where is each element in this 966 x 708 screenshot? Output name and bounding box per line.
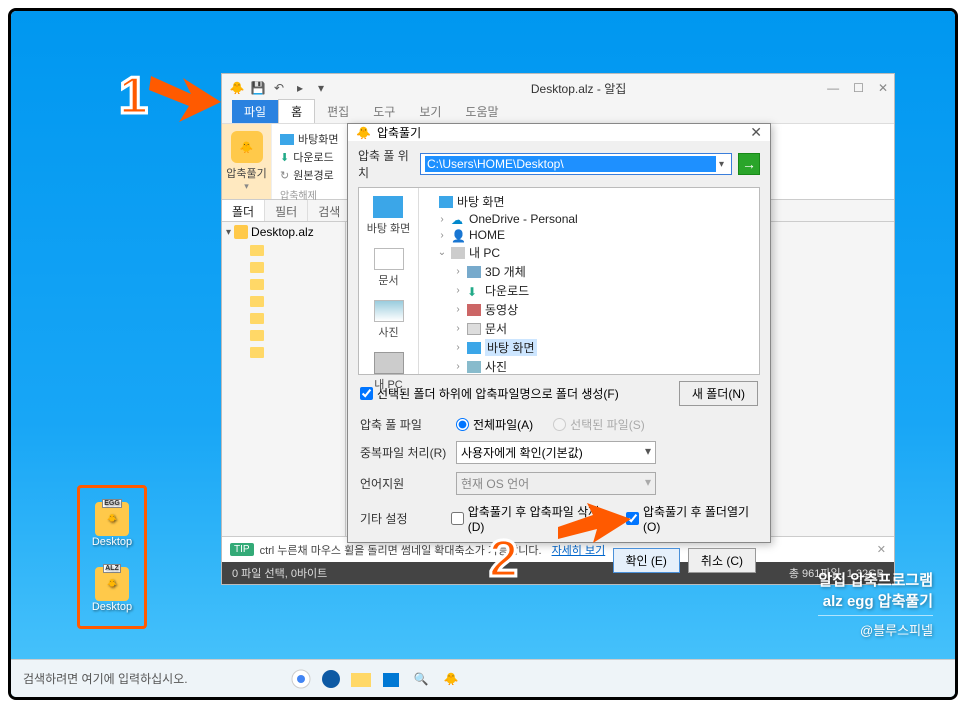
place-desktop[interactable]: 바탕 화면 [367, 196, 411, 236]
cancel-button[interactable]: 취소 (C) [688, 548, 756, 573]
annotation-number-2: 2 [489, 529, 518, 589]
tab-home[interactable]: 홈 [278, 99, 315, 123]
panel-tab-filter[interactable]: 필터 [265, 200, 308, 221]
label-target: 압축 풀 파일 [360, 416, 448, 433]
folder-tree: ▾ Desktop.alz [222, 222, 346, 536]
tree-root[interactable]: ▾ Desktop.alz [222, 222, 345, 242]
taskbar: 검색하려면 여기에 입력하십시오. 🔍 🐥 [11, 659, 955, 697]
status-left: 0 파일 선택, 0바이트 [232, 565, 327, 581]
chk-create-subfolder[interactable]: 선택된 폴더 하위에 압축파일명으로 폴더 생성(F) [360, 385, 619, 402]
tip-close-icon[interactable]: ✕ [877, 543, 886, 556]
dialog-icon: 🐥 [356, 126, 371, 140]
tab-view[interactable]: 보기 [407, 100, 453, 123]
taskbar-store-icon[interactable] [379, 667, 403, 691]
tip-badge: TIP [230, 543, 254, 556]
label-language: 언어지원 [360, 475, 448, 492]
tree-sub[interactable] [246, 276, 345, 293]
app-icon: 🐥 [228, 79, 246, 97]
radio-all-files[interactable]: 전체파일(A) [456, 416, 533, 433]
panel-tab-search[interactable]: 검색 [308, 200, 351, 221]
tab-edit[interactable]: 편집 [315, 100, 361, 123]
new-folder-button[interactable]: 새 폴더(N) [679, 381, 758, 406]
annotation-arrow-1 [131, 66, 221, 126]
tree-sub[interactable] [246, 344, 345, 361]
tree-sub[interactable] [246, 310, 345, 327]
path-dropdown-icon[interactable]: ▾ [716, 159, 727, 170]
path-input[interactable] [425, 156, 716, 172]
titlebar: 🐥 💾 ↶ ▸ ▾ Desktop.alz - 알집 — ☐ ✕ [222, 74, 894, 102]
taskbar-search-icon[interactable]: 🔍 [409, 667, 433, 691]
maximize-button[interactable]: ☐ [853, 81, 864, 95]
tree-home[interactable]: ›👤HOME [425, 227, 753, 243]
places-sidebar: 바탕 화면 문서 사진 내 PC [359, 188, 419, 374]
qa-save-icon[interactable]: 💾 [249, 79, 267, 97]
combo-duplicate[interactable]: 사용자에게 확인(기본값) ▾ [456, 441, 656, 464]
tab-file[interactable]: 파일 [232, 100, 278, 123]
browse-pane: 바탕 화면 문서 사진 내 PC 바탕 화면 ›☁OneDrive - Pers… [358, 187, 760, 375]
combo-language: 현재 OS 언어 ▾ [456, 472, 656, 495]
watermark-line2: alz egg 압축풀기 [818, 590, 933, 611]
extract-dialog: 🐥 압축풀기 ✕ 압축 풀 위치 ▾ → 바탕 화면 문서 사진 내 PC 바탕… [347, 123, 771, 543]
desktop-icon-egg[interactable]: EGG🐥 Desktop [92, 502, 132, 548]
close-button[interactable]: ✕ [878, 81, 888, 95]
menu-tabs: 파일 홈 편집 도구 보기 도움말 [222, 102, 894, 124]
ok-button[interactable]: 확인 (E) [613, 548, 680, 573]
path-combobox[interactable]: ▾ [420, 153, 732, 175]
taskbar-chrome-icon[interactable] [289, 667, 313, 691]
qa-play-icon[interactable]: ▸ [291, 79, 309, 97]
qa-more-icon[interactable]: ▾ [312, 79, 330, 97]
taskbar-alzip-icon[interactable]: 🐥 [439, 667, 463, 691]
folder-browser-tree: 바탕 화면 ›☁OneDrive - Personal ›👤HOME ⌄내 PC… [419, 188, 759, 374]
panel-tab-folders[interactable]: 폴더 [222, 200, 265, 221]
tree-3d[interactable]: ›3D 개체 [425, 262, 753, 281]
place-photos[interactable]: 사진 [374, 300, 404, 340]
go-button[interactable]: → [738, 153, 760, 175]
dest-desktop[interactable]: 바탕화면 [280, 130, 338, 148]
tree-sub[interactable] [246, 259, 345, 276]
tree-sub[interactable] [246, 293, 345, 310]
ribbon-destinations: 바탕화면 ⬇다운로드 ↻원본경로 압축해제 [272, 124, 346, 199]
dest-downloads[interactable]: ⬇다운로드 [280, 148, 338, 166]
radio-selected-files: 선택된 파일(S) [553, 416, 645, 433]
label-duplicate: 중복파일 처리(R) [360, 444, 448, 461]
desktop-icon-alz[interactable]: ALZ🐥 Desktop [92, 567, 132, 613]
extract-button[interactable]: 🐥 압축풀기 ▾ [222, 124, 272, 199]
watermark: 알집 압축프로그램 alz egg 압축풀기 @블루스피넬 [818, 569, 933, 639]
place-documents[interactable]: 문서 [374, 248, 404, 288]
tree-mypc[interactable]: ⌄내 PC [425, 243, 753, 262]
qa-undo-icon[interactable]: ↶ [270, 79, 288, 97]
tree-sub[interactable] [246, 242, 345, 259]
desktop-icons-highlight: EGG🐥 Desktop ALZ🐥 Desktop [77, 485, 147, 629]
tree-desktop[interactable]: 바탕 화면 [425, 192, 753, 211]
window-title: Desktop.alz - 알집 [330, 80, 827, 97]
tree-videos[interactable]: ›동영상 [425, 300, 753, 319]
label-misc: 기타 설정 [360, 510, 443, 527]
arrow-right-icon: → [742, 156, 756, 172]
dialog-title: 압축풀기 [377, 124, 750, 141]
taskbar-search[interactable]: 검색하려면 여기에 입력하십시오. [23, 670, 283, 687]
watermark-line1: 알집 압축프로그램 [818, 569, 933, 590]
dialog-close-icon[interactable]: ✕ [750, 124, 762, 141]
tree-photos[interactable]: ›사진 [425, 357, 753, 374]
tab-tools[interactable]: 도구 [361, 100, 407, 123]
desktop-background: 🐥 💾 ↶ ▸ ▾ Desktop.alz - 알집 — ☐ ✕ 파일 홈 편집… [11, 11, 955, 697]
taskbar-edge-icon[interactable] [319, 667, 343, 691]
annotation-arrow-2 [553, 497, 633, 547]
minimize-button[interactable]: — [827, 81, 839, 95]
extract-icon: 🐥 [231, 131, 263, 163]
tree-desktop-selected[interactable]: ›바탕 화면 [425, 338, 753, 357]
tree-documents[interactable]: ›문서 [425, 319, 753, 338]
tree-sub[interactable] [246, 327, 345, 344]
chk-open-after[interactable]: 압축풀기 후 폴더열기(O) [626, 503, 758, 534]
tree-downloads[interactable]: ›⬇다운로드 [425, 281, 753, 300]
dialog-titlebar: 🐥 압축풀기 ✕ [348, 124, 770, 141]
taskbar-explorer-icon[interactable] [349, 667, 373, 691]
path-label: 압축 풀 위치 [358, 147, 414, 181]
tab-help[interactable]: 도움말 [453, 100, 510, 123]
extract-label: 압축풀기 [226, 165, 266, 181]
dest-original[interactable]: ↻원본경로 [280, 166, 338, 184]
tree-onedrive[interactable]: ›☁OneDrive - Personal [425, 211, 753, 227]
watermark-credit: @블루스피넬 [818, 620, 933, 639]
